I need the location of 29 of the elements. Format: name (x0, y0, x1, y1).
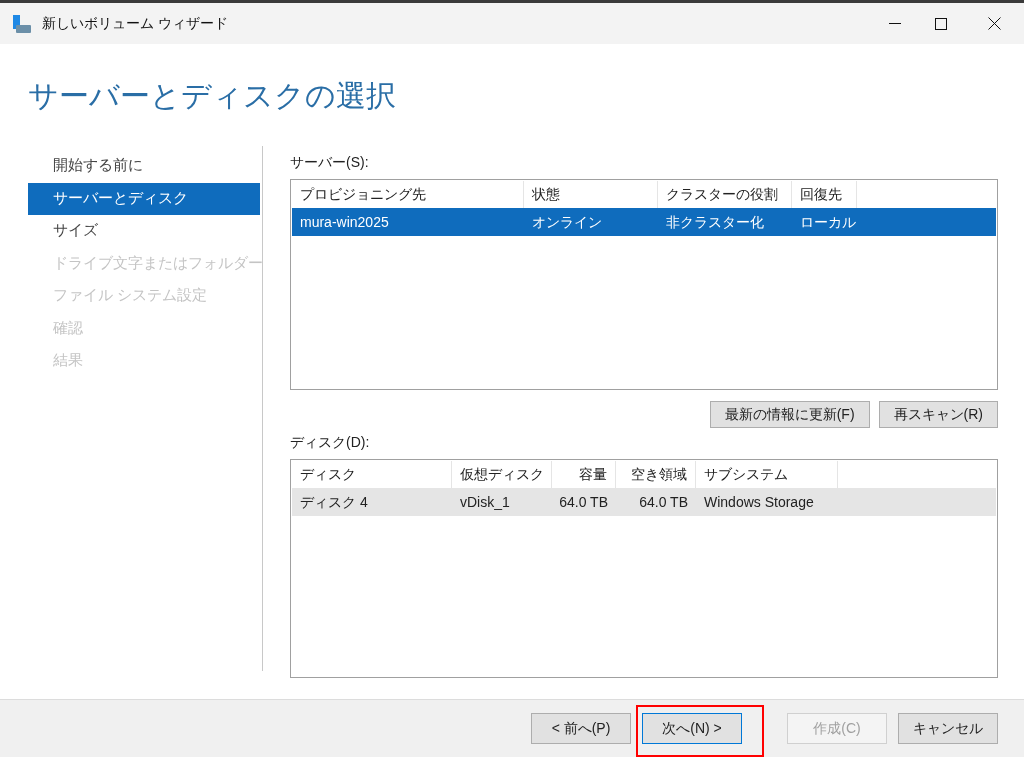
close-icon (987, 17, 1001, 30)
wizard-step[interactable]: サーバーとディスク (28, 182, 260, 215)
row-cell-text: オンライン (531, 212, 603, 232)
list-view[interactable]: ディスク 仮想ディスク 容量 空き領域 サブシステム ディスク 4 vDisk_1 64.0 TB 64.0 TB Windows Storage (290, 459, 998, 678)
row-cell-text: vDisk_1 (459, 492, 511, 512)
row-cell-text: ローカル (799, 212, 857, 232)
row-cell-text: ディスク 4 (299, 492, 369, 512)
list-label: ディスク(D): (290, 433, 371, 452)
list-label: サーバー(S): (290, 153, 370, 172)
volume-wizard-icon (12, 13, 32, 34)
page-heading: サーバーとディスクの選択 (28, 77, 396, 114)
row-cell-text: 64.0 TB (638, 492, 689, 512)
wizard-button[interactable]: 次へ(N) > (642, 713, 742, 744)
wizard-step[interactable]: サイズ (28, 215, 260, 248)
wizard-button[interactable]: < 前へ(P) (531, 713, 631, 744)
action-button[interactable]: 最新の情報に更新(F) (709, 401, 870, 428)
wizard-step[interactable]: 開始する前に (28, 150, 260, 183)
row-cell-text: 非クラスター化 (665, 212, 765, 232)
row-cell-text: mura-win2025 (299, 212, 390, 232)
list-row[interactable]: ディスク 4 vDisk_1 64.0 TB 64.0 TB Windows Storage (292, 488, 996, 516)
window-title: 新しいボリューム ウィザード (42, 14, 228, 33)
list-view[interactable]: プロビジョニング先 状態 クラスターの役割 回復先 mura-win2025 オンライン 非クラスター化 ローカル (290, 179, 998, 390)
row-cell-text: Windows Storage (703, 492, 815, 512)
list-row[interactable]: mura-win2025 オンライン 非クラスター化 ローカル (292, 208, 996, 236)
maximize-icon (935, 17, 947, 30)
minimize-icon (889, 23, 901, 24)
row-cell-text: 64.0 TB (558, 492, 609, 512)
action-button[interactable]: 再スキャン(R) (878, 401, 998, 428)
wizard-button[interactable]: キャンセル (898, 713, 998, 744)
